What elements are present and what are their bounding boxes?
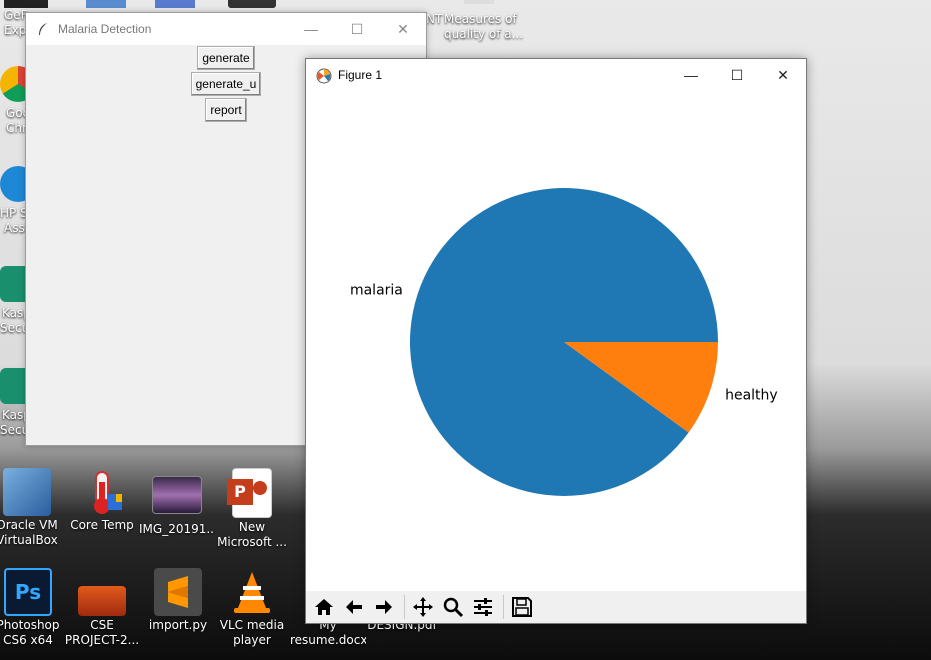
- desktop-icon-label: Core Temp: [70, 518, 134, 532]
- generate-u-button[interactable]: generate_u: [191, 72, 261, 96]
- desktop-icon-label: New: [238, 520, 266, 534]
- home-button[interactable]: [310, 593, 338, 621]
- desktop-icon-measures[interactable]: Measures of quality of a...: [444, 0, 524, 42]
- desktop-icon-photoshop[interactable]: Ps Photoshop CS6 x64: [0, 568, 66, 648]
- sublime-text-icon: [154, 568, 202, 616]
- desktop-icon-label: quality of a...: [444, 27, 524, 41]
- save-icon: [512, 597, 532, 617]
- feather-icon: [36, 22, 50, 36]
- save-button[interactable]: [508, 593, 536, 621]
- pie-chart: malaria healthy: [350, 187, 778, 496]
- desktop-icon-img[interactable]: IMG_20191...: [139, 468, 215, 537]
- presentation-file-icon: [78, 586, 126, 616]
- photoshop-icon: Ps: [4, 568, 52, 616]
- desktop-icon-partial[interactable]: [155, 0, 195, 8]
- window-titlebar[interactable]: Figure 1 — ☐ ✕: [306, 59, 806, 91]
- window-title: Figure 1: [338, 68, 383, 82]
- desktop-icon-label: Oracle VM: [0, 518, 58, 532]
- desktop-icon-import-py[interactable]: import.py: [140, 568, 216, 633]
- desktop-icon-label: resume.docx: [290, 633, 366, 647]
- forward-button[interactable]: [370, 593, 398, 621]
- zoom-button[interactable]: [439, 593, 467, 621]
- desktop-icon-label: NT: [426, 12, 443, 26]
- close-icon: ✕: [397, 20, 409, 37]
- desktop-icon-virtualbox[interactable]: Oracle VM VirtualBox: [0, 468, 65, 548]
- maximize-icon: ☐: [730, 66, 744, 83]
- back-button[interactable]: [340, 593, 368, 621]
- zoom-icon: [443, 597, 464, 618]
- vlc-cone-icon: [228, 568, 276, 616]
- plot-canvas[interactable]: malaria healthy: [306, 91, 806, 591]
- powerpoint-icon: P: [227, 468, 272, 518]
- desktop-icon-label: CS6 x64: [3, 633, 53, 647]
- desktop-icon-vlc[interactable]: VLC media player: [214, 568, 290, 648]
- configure-subplots-button[interactable]: [469, 593, 497, 621]
- configure-subplots-icon: [474, 598, 492, 616]
- maximize-icon: ☐: [350, 20, 364, 37]
- maximize-button[interactable]: ☐: [334, 13, 380, 45]
- desktop-icon-label: PROJECT-2...: [64, 633, 140, 647]
- minimize-button[interactable]: —: [288, 13, 334, 45]
- maximize-button[interactable]: ☐: [714, 59, 760, 91]
- desktop-icon-label: VirtualBox: [0, 533, 58, 547]
- desktop-icon-nt[interactable]: NT: [426, 0, 442, 27]
- desktop-icon-partial[interactable]: [86, 0, 126, 8]
- matplotlib-icon: [316, 68, 332, 84]
- close-button[interactable]: ✕: [380, 13, 426, 45]
- minimize-icon: —: [304, 21, 318, 37]
- toolbar-separator: [404, 595, 405, 619]
- image-thumbnail-icon: [152, 476, 202, 514]
- desktop-icon-label: IMG_20191...: [139, 522, 215, 536]
- close-button[interactable]: ✕: [760, 59, 806, 91]
- desktop-icon-core-temp[interactable]: Core Temp: [64, 468, 140, 533]
- back-icon: [346, 600, 362, 614]
- minimize-button[interactable]: —: [668, 59, 714, 91]
- thermometer-icon: [78, 468, 126, 516]
- desktop-icon-label: CSE: [90, 618, 114, 632]
- figure-window: Figure 1 — ☐ ✕ malaria healthy: [305, 58, 807, 624]
- desktop-icon-label: VLC media: [219, 618, 285, 632]
- desktop-icon-label: Photoshop: [0, 618, 60, 632]
- desktop-icon-label: player: [233, 633, 271, 647]
- report-button[interactable]: report: [205, 98, 247, 122]
- desktop-icon-powerpoint[interactable]: P New Microsoft ...: [214, 468, 290, 550]
- toolbar-separator: [503, 595, 504, 619]
- window-title: Malaria Detection: [58, 22, 152, 36]
- desktop-icon-partial[interactable]: [228, 0, 276, 8]
- close-icon: ✕: [777, 66, 789, 83]
- home-icon: [315, 599, 333, 615]
- pie-label-malaria: malaria: [350, 283, 403, 299]
- virtualbox-icon: [3, 468, 51, 516]
- desktop-icon-label: Microsoft ...: [217, 535, 287, 549]
- pan-icon: [413, 597, 433, 617]
- forward-icon: [376, 600, 392, 614]
- minimize-icon: —: [684, 67, 698, 83]
- window-titlebar[interactable]: Malaria Detection — ☐ ✕: [26, 13, 426, 45]
- matplotlib-toolbar: [306, 591, 806, 623]
- desktop-icon-label: import.py: [148, 618, 208, 632]
- pie-label-healthy: healthy: [725, 387, 778, 403]
- pan-button[interactable]: [409, 593, 437, 621]
- desktop-icon-label: Measures of: [444, 12, 517, 26]
- desktop-icon-cse-project[interactable]: CSE PROJECT-2...: [64, 568, 140, 648]
- generate-button[interactable]: generate: [197, 46, 255, 70]
